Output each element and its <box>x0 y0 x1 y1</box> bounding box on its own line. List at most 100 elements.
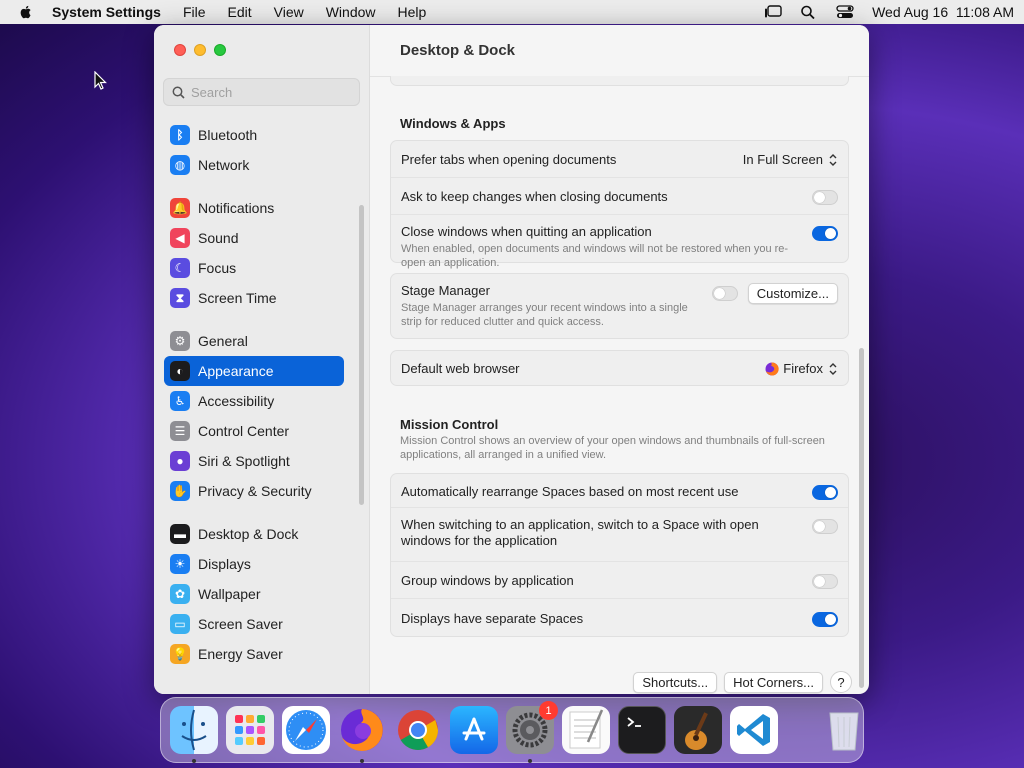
sidebar-item-label: Privacy & Security <box>198 483 312 499</box>
default-browser-label: Default web browser <box>401 361 520 376</box>
dock-vscode[interactable] <box>730 706 778 754</box>
sidebar-item-displays[interactable]: ☀ Displays <box>164 549 344 579</box>
sidebar-item-general[interactable]: ⚙ General <box>164 326 344 356</box>
menu-help[interactable]: Help <box>398 4 427 20</box>
close-window-button[interactable] <box>174 44 186 56</box>
menu-view[interactable]: View <box>274 4 304 20</box>
auto-rearrange-row: Automatically rearrange Spaces based on … <box>391 474 848 508</box>
stage-manager-status-icon[interactable] <box>764 5 782 19</box>
close-windows-toggle[interactable] <box>812 226 838 241</box>
mission-control-group: Automatically rearrange Spaces based on … <box>390 473 849 637</box>
control-center-icon[interactable] <box>836 5 854 19</box>
menu-window[interactable]: Window <box>326 4 376 20</box>
menu-file[interactable]: File <box>183 4 206 20</box>
sidebar-item-screen-saver[interactable]: ▭ Screen Saver <box>164 609 344 639</box>
sidebar-item-network[interactable]: ◍ Network <box>164 150 344 180</box>
help-button[interactable]: ? <box>830 671 852 693</box>
hand-icon: ✋ <box>170 481 190 501</box>
ask-keep-changes-toggle[interactable] <box>812 190 838 205</box>
accessibility-icon: ♿ <box>170 391 190 411</box>
flower-icon: ✿ <box>170 584 190 604</box>
sidebar-item-control-center[interactable]: ☰ Control Center <box>164 416 344 446</box>
notification-badge: 1 <box>539 701 558 720</box>
sidebar-item-privacy-security[interactable]: ✋ Privacy & Security <box>164 476 344 506</box>
globe-icon: ◍ <box>170 155 190 175</box>
stage-manager-customize-button[interactable]: Customize... <box>747 283 838 304</box>
sidebar-item-label: Bluetooth <box>198 127 258 143</box>
group-windows-toggle[interactable] <box>812 574 838 589</box>
minimize-window-button[interactable] <box>194 44 206 56</box>
dock-chrome[interactable] <box>394 706 442 754</box>
close-windows-row: Close windows when quitting an applicati… <box>391 215 848 269</box>
sidebar-item-label: Displays <box>198 556 251 572</box>
sidebar-item-bluetooth[interactable]: ᛒ Bluetooth <box>164 120 344 150</box>
separate-spaces-row: Displays have separate Spaces <box>391 599 848 636</box>
dock: 1 <box>160 697 864 763</box>
stage-manager-row: Stage Manager Stage Manager arranges you… <box>391 274 848 338</box>
default-browser-popup[interactable]: Firefox <box>765 361 838 376</box>
garageband-icon <box>685 712 708 750</box>
dock-trash[interactable] <box>820 706 868 754</box>
menu-edit[interactable]: Edit <box>228 4 252 20</box>
sidebar-item-label: Siri & Spotlight <box>198 453 290 469</box>
sidebar-item-sound[interactable]: ◀ Sound <box>164 223 344 253</box>
separate-spaces-label: Displays have separate Spaces <box>401 610 584 626</box>
sidebar-item-label: Accessibility <box>198 393 275 409</box>
menu-app-name[interactable]: System Settings <box>52 4 161 20</box>
sidebar-item-notifications[interactable]: 🔔 Notifications <box>164 193 344 223</box>
spotlight-search-icon[interactable] <box>800 5 818 20</box>
hot-corners-button[interactable]: Hot Corners... <box>724 671 823 693</box>
moon-icon: ☾ <box>170 258 190 278</box>
terminal-icon <box>627 717 641 727</box>
ask-keep-changes-row: Ask to keep changes when closing documen… <box>391 178 848 215</box>
control-center-icon: ☰ <box>170 421 190 441</box>
sidebar-scrollbar[interactable] <box>359 205 364 505</box>
dock-firefox[interactable] <box>338 706 386 763</box>
prefer-tabs-popup[interactable]: In Full Screen <box>743 152 838 167</box>
mouse-cursor-icon <box>94 71 107 90</box>
shortcuts-button[interactable]: Shortcuts... <box>633 671 718 693</box>
dock-safari[interactable] <box>282 706 330 754</box>
chrome-icon <box>398 710 438 750</box>
dock-launchpad[interactable] <box>226 706 274 754</box>
sidebar-item-label: Screen Time <box>198 290 277 306</box>
zoom-window-button[interactable] <box>214 44 226 56</box>
search-field[interactable] <box>163 78 360 106</box>
siri-icon: ● <box>170 451 190 471</box>
dock-app-store[interactable] <box>450 706 498 754</box>
launchpad-icon <box>235 715 265 745</box>
textedit-icon <box>569 709 604 749</box>
hourglass-icon: ⧗ <box>170 288 190 308</box>
switch-space-toggle[interactable] <box>812 519 838 534</box>
group-windows-row: Group windows by application <box>391 562 848 599</box>
stage-manager-toggle[interactable] <box>711 286 738 301</box>
bulb-icon: 💡 <box>170 644 190 664</box>
search-input[interactable] <box>191 84 351 100</box>
separate-spaces-toggle[interactable] <box>812 611 838 627</box>
sidebar-item-siri-spotlight[interactable]: ● Siri & Spotlight <box>164 446 344 476</box>
sidebar-item-focus[interactable]: ☾ Focus <box>164 253 344 283</box>
dock-textedit[interactable] <box>562 706 610 754</box>
sidebar-item-label: Network <box>198 157 250 173</box>
menu-clock[interactable]: Wed Aug 16 11:08 AM <box>872 4 1014 20</box>
dock-system-settings[interactable]: 1 <box>506 701 558 763</box>
sidebar-item-appearance[interactable]: ◐ Appearance <box>164 356 344 386</box>
search-icon <box>172 86 185 99</box>
sidebar-item-wallpaper[interactable]: ✿ Wallpaper <box>164 579 344 609</box>
sidebar-item-energy-saver[interactable]: 💡 Energy Saver <box>164 639 344 669</box>
auto-rearrange-toggle[interactable] <box>812 484 838 500</box>
bell-icon: 🔔 <box>170 198 190 218</box>
sidebar-item-accessibility[interactable]: ♿ Accessibility <box>164 386 344 416</box>
dock-finder[interactable] <box>170 706 218 763</box>
sidebar-item-label: Notifications <box>198 200 275 216</box>
apple-logo-icon[interactable] <box>18 4 34 20</box>
app-store-icon <box>462 717 486 741</box>
sidebar-item-label: Desktop & Dock <box>198 526 299 542</box>
dock-garageband[interactable] <box>674 706 722 754</box>
main-scrollbar[interactable] <box>859 348 864 688</box>
sidebar-item-screen-time[interactable]: ⧗ Screen Time <box>164 283 344 313</box>
dock-terminal[interactable] <box>618 706 666 754</box>
running-indicator <box>528 759 532 763</box>
sidebar-item-desktop-dock[interactable]: ▬ Desktop & Dock <box>164 519 344 549</box>
